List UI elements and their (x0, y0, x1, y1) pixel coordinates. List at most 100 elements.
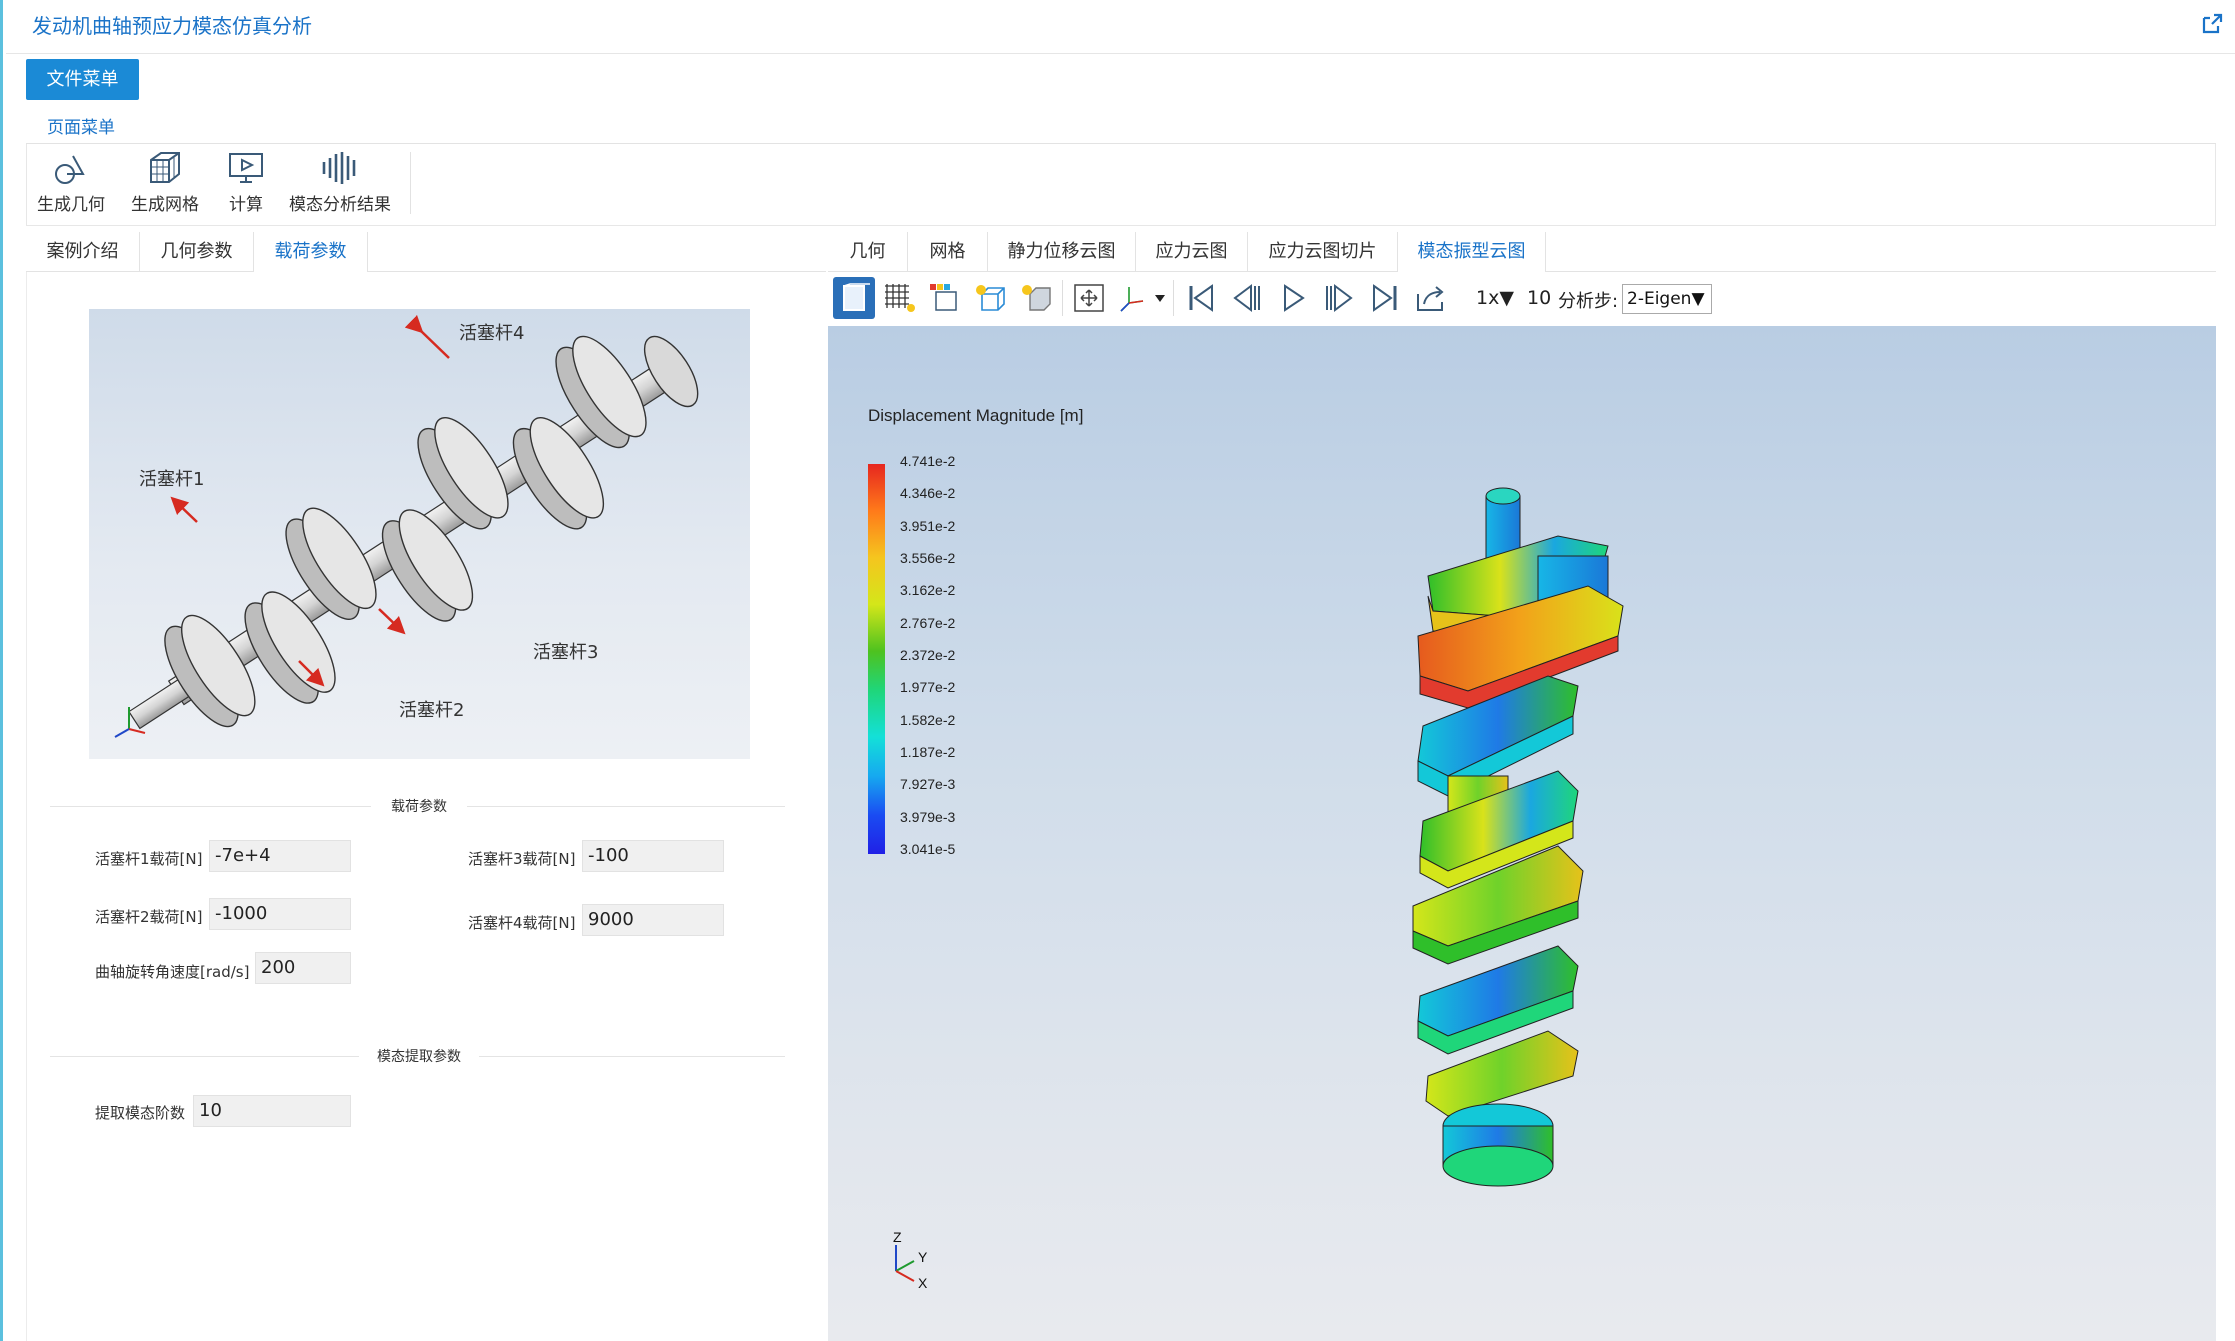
tab-mesh[interactable]: 网格 (908, 232, 988, 272)
rod2-label: 活塞杆2 (399, 700, 464, 721)
toolbar-separator (1062, 280, 1063, 316)
play-icon (1284, 284, 1305, 312)
tab-stress-slice[interactable]: 应力云图切片 (1248, 232, 1398, 272)
mode-order-input[interactable]: 10 (193, 1095, 351, 1127)
generate-geometry-button[interactable]: 生成几何 (35, 150, 107, 215)
legend-tick: 2.767e-2 (900, 615, 956, 631)
transparency-toggle-button[interactable] (1016, 277, 1058, 319)
skip-start-icon (1189, 284, 1213, 312)
crank-speed-label: 曲轴旋转角速度[rad/s] (95, 963, 250, 981)
previous-frame-button[interactable] (1226, 277, 1268, 319)
play-button[interactable] (1272, 277, 1314, 319)
ribbon-label-mesh: 生成网格 (131, 195, 199, 215)
legend-tick: 3.979e-3 (900, 809, 956, 825)
legend-tick: 3.041e-5 (900, 841, 956, 857)
rod3-load-input[interactable]: -100 (582, 840, 724, 872)
mode-order-label: 提取模态阶数 (95, 1104, 186, 1122)
export-icon (1417, 286, 1444, 311)
playback-speed-dropdown[interactable]: 1x▼ (1476, 287, 1514, 309)
skip-end-icon (1373, 284, 1397, 312)
modal-result-button[interactable]: 模态分析结果 (281, 150, 399, 215)
contour-toggle-button[interactable] (924, 277, 966, 319)
rod1-load-label: 活塞杆1载荷[N] (95, 850, 203, 868)
wireframe-cube-icon (976, 285, 1005, 311)
axis-x-label: X (918, 1275, 928, 1291)
crank-speed-input[interactable]: 200 (255, 952, 351, 984)
legend-tick: 3.556e-2 (900, 550, 956, 566)
compute-button[interactable]: 计算 (223, 150, 269, 215)
tab-static-displacement[interactable]: 静力位移云图 (988, 232, 1136, 272)
axis-z-label: Z (893, 1231, 902, 1245)
geometry-icon (55, 155, 85, 184)
surface-view-button[interactable] (833, 277, 875, 319)
viewport-3d[interactable]: Displacement Magnitude [m] 4.741e-2 4.34… (828, 326, 2216, 1341)
color-cube-icon (930, 284, 957, 311)
analysis-step-select[interactable]: 2-Eigen▼ (1622, 284, 1712, 314)
axis-view-dropdown[interactable] (1116, 277, 1168, 319)
open-external-icon[interactable] (2200, 12, 2224, 36)
file-menu-button[interactable]: 文件菜单 (26, 59, 139, 100)
light-cube-icon (1022, 285, 1051, 311)
compute-icon (229, 153, 263, 183)
first-frame-button[interactable] (1180, 277, 1222, 319)
tab-load-params[interactable]: 载荷参数 (254, 232, 368, 272)
toolbar-separator (1173, 280, 1174, 316)
right-tab-bar: 几何 网格 静力位移云图 应力云图 应力云图切片 模态振型云图 (828, 232, 2216, 272)
crankshaft-figure: 活塞杆1 活塞杆4 活塞杆3 活塞杆2 (89, 309, 750, 759)
legend-tick: 3.951e-2 (900, 518, 956, 534)
ribbon-label-modal: 模态分析结果 (289, 195, 391, 215)
ribbon-label-geometry: 生成几何 (37, 195, 105, 215)
legend-tick: 3.162e-2 (900, 582, 956, 598)
legend-tick: 2.372e-2 (900, 647, 956, 663)
step-forward-icon (1326, 284, 1353, 312)
export-button[interactable] (1410, 277, 1452, 319)
load-section-title: 载荷参数 (371, 796, 467, 816)
rod4-load-label: 活塞杆4载荷[N] (468, 914, 576, 932)
analysis-step-label: 分析步: (1558, 291, 1619, 312)
modal-shape-model (1412, 487, 1624, 1187)
window-title: 发动机曲轴预应力模态仿真分析 (32, 14, 312, 38)
left-tab-bar: 案例介绍 几何参数 载荷参数 (26, 232, 826, 272)
crankshaft-drawing: 活塞杆1 活塞杆4 活塞杆3 活塞杆2 (114, 314, 699, 738)
rod3-label: 活塞杆3 (533, 642, 598, 663)
rod4-label: 活塞杆4 (459, 323, 524, 344)
rod2-load-label: 活塞杆2载荷[N] (95, 908, 203, 926)
title-bar: 发动机曲轴预应力模态仿真分析 (6, 0, 2235, 54)
rod4-load-input[interactable]: 9000 (582, 904, 724, 936)
rod3-load-label: 活塞杆3载荷[N] (468, 850, 576, 868)
ribbon-label-compute: 计算 (229, 195, 263, 215)
step-back-icon (1233, 284, 1260, 312)
next-frame-button[interactable] (1318, 277, 1360, 319)
rod1-label: 活塞杆1 (139, 469, 204, 490)
rod2-load-input[interactable]: -1000 (209, 898, 351, 930)
viewport-axis-triad: Z Y X (893, 1231, 928, 1291)
tab-case-intro[interactable]: 案例介绍 (26, 232, 140, 272)
axis-triad-dropdown-icon (1120, 287, 1165, 312)
tab-geometry[interactable]: 几何 (828, 232, 908, 272)
tab-modal-shape[interactable]: 模态振型云图 (1398, 232, 1546, 272)
app-frame: 发动机曲轴预应力模态仿真分析 文件菜单 页面菜单 生成几何 生成网格 计算 模态… (0, 0, 2235, 1341)
ribbon: 生成几何 生成网格 计算 模态分析结果 (26, 144, 2216, 226)
ribbon-separator (410, 152, 411, 214)
mesh-toggle-button[interactable] (878, 277, 920, 319)
rod4-arrow (404, 314, 450, 359)
page-menu-tab[interactable]: 页面菜单 (47, 113, 115, 138)
rod1-load-input[interactable]: -7e+4 (209, 840, 351, 872)
last-frame-button[interactable] (1364, 277, 1406, 319)
legend-tick: 1.187e-2 (900, 744, 956, 760)
tab-stress-contour[interactable]: 应力云图 (1136, 232, 1248, 272)
mesh-icon (150, 152, 180, 183)
legend-tick: 4.346e-2 (900, 485, 956, 501)
tab-geometry-params[interactable]: 几何参数 (140, 232, 254, 272)
fit-view-icon (1074, 284, 1104, 312)
modal-section-title: 模态提取参数 (359, 1046, 479, 1066)
frame-count: 10 (1527, 287, 1552, 309)
solid-surface-icon (843, 283, 870, 311)
viewer-toolbar: 1x▼ 10 分析步: 2-Eigen▼ (828, 274, 2216, 324)
color-legend-bar (868, 464, 885, 854)
wireframe-toggle-button[interactable] (970, 277, 1012, 319)
legend-tick: 4.741e-2 (900, 453, 956, 469)
fit-view-button[interactable] (1068, 277, 1110, 319)
generate-mesh-button[interactable]: 生成网格 (125, 150, 205, 215)
legend-tick: 1.582e-2 (900, 712, 956, 728)
